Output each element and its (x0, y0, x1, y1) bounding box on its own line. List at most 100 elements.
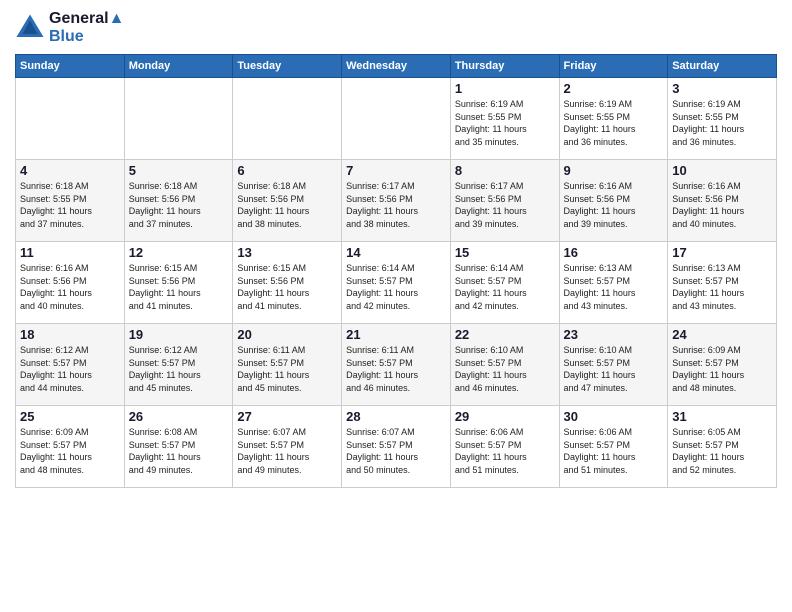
day-info: Sunrise: 6:14 AMSunset: 5:57 PMDaylight:… (346, 262, 446, 312)
day-number: 5 (129, 163, 229, 178)
calendar-table: SundayMondayTuesdayWednesdayThursdayFrid… (15, 54, 777, 488)
day-number: 15 (455, 245, 555, 260)
calendar-cell: 20 Sunrise: 6:11 AMSunset: 5:57 PMDayligh… (233, 324, 342, 406)
calendar-week-row: 25 Sunrise: 6:09 AMSunset: 5:57 PMDayligh… (16, 406, 777, 488)
day-number: 26 (129, 409, 229, 424)
calendar-cell: 19Sunrise: 6:12 AMSunset: 5:57 PMDayligh… (124, 324, 233, 406)
calendar-cell: 24 Sunrise: 6:09 AMSunset: 5:57 PMDayligh… (668, 324, 777, 406)
day-number: 7 (346, 163, 446, 178)
calendar-cell: 7 Sunrise: 6:17 AMSunset: 5:56 PMDaylight… (342, 160, 451, 242)
day-info: Sunrise: 6:19 AMSunset: 5:55 PMDaylight:… (455, 98, 555, 148)
day-info: Sunrise: 6:19 AMSunset: 5:55 PMDaylight:… (564, 98, 664, 148)
calendar-cell: 4 Sunrise: 6:18 AMSunset: 5:55 PMDaylight… (16, 160, 125, 242)
calendar-cell: 12Sunrise: 6:15 AMSunset: 5:56 PMDayligh… (124, 242, 233, 324)
day-header-friday: Friday (559, 55, 668, 78)
calendar-week-row: 1 Sunrise: 6:19 AMSunset: 5:55 PMDaylight… (16, 78, 777, 160)
logo-icon (15, 13, 45, 43)
day-info: Sunrise: 6:14 AMSunset: 5:57 PMDaylight:… (455, 262, 555, 312)
calendar-cell: 15 Sunrise: 6:14 AMSunset: 5:57 PMDayligh… (450, 242, 559, 324)
day-info: Sunrise: 6:19 AMSunset: 5:55 PMDaylight:… (672, 98, 772, 148)
day-number: 20 (237, 327, 337, 342)
day-number: 1 (455, 81, 555, 96)
day-info: Sunrise: 6:05 AMSunset: 5:57 PMDaylight:… (672, 426, 772, 476)
day-number: 10 (672, 163, 772, 178)
logo: General▲ Blue (15, 10, 124, 46)
day-number: 13 (237, 245, 337, 260)
day-number: 24 (672, 327, 772, 342)
calendar-cell: 1 Sunrise: 6:19 AMSunset: 5:55 PMDaylight… (450, 78, 559, 160)
calendar-cell: 8 Sunrise: 6:17 AMSunset: 5:56 PMDaylight… (450, 160, 559, 242)
day-info: Sunrise: 6:13 AMSunset: 5:57 PMDaylight:… (564, 262, 664, 312)
day-info: Sunrise: 6:17 AMSunset: 5:56 PMDaylight:… (346, 180, 446, 230)
day-number: 25 (20, 409, 120, 424)
day-number: 17 (672, 245, 772, 260)
day-info: Sunrise: 6:09 AMSunset: 5:57 PMDaylight:… (20, 426, 120, 476)
day-info: Sunrise: 6:16 AMSunset: 5:56 PMDaylight:… (20, 262, 120, 312)
day-number: 29 (455, 409, 555, 424)
day-number: 31 (672, 409, 772, 424)
calendar-cell: 14Sunrise: 6:14 AMSunset: 5:57 PMDayligh… (342, 242, 451, 324)
day-number: 30 (564, 409, 664, 424)
calendar-cell: 17 Sunrise: 6:13 AMSunset: 5:57 PMDayligh… (668, 242, 777, 324)
day-info: Sunrise: 6:08 AMSunset: 5:57 PMDaylight:… (129, 426, 229, 476)
day-header-sunday: Sunday (16, 55, 125, 78)
day-info: Sunrise: 6:10 AMSunset: 5:57 PMDaylight:… (455, 344, 555, 394)
day-header-thursday: Thursday (450, 55, 559, 78)
calendar-cell: 29 Sunrise: 6:06 AMSunset: 5:57 PMDayligh… (450, 406, 559, 488)
day-number: 6 (237, 163, 337, 178)
day-info: Sunrise: 6:06 AMSunset: 5:57 PMDaylight:… (455, 426, 555, 476)
calendar-cell: 18Sunrise: 6:12 AMSunset: 5:57 PMDayligh… (16, 324, 125, 406)
day-info: Sunrise: 6:16 AMSunset: 5:56 PMDaylight:… (672, 180, 772, 230)
day-info: Sunrise: 6:11 AMSunset: 5:57 PMDaylight:… (237, 344, 337, 394)
day-info: Sunrise: 6:12 AMSunset: 5:57 PMDaylight:… (129, 344, 229, 394)
day-number: 8 (455, 163, 555, 178)
day-number: 9 (564, 163, 664, 178)
calendar-cell: 23 Sunrise: 6:10 AMSunset: 5:57 PMDayligh… (559, 324, 668, 406)
day-info: Sunrise: 6:15 AMSunset: 5:56 PMDaylight:… (129, 262, 229, 312)
day-info: Sunrise: 6:07 AMSunset: 5:57 PMDaylight:… (237, 426, 337, 476)
day-number: 3 (672, 81, 772, 96)
day-info: Sunrise: 6:15 AMSunset: 5:56 PMDaylight:… (237, 262, 337, 312)
calendar-cell: 11 Sunrise: 6:16 AMSunset: 5:56 PMDayligh… (16, 242, 125, 324)
calendar-week-row: 11 Sunrise: 6:16 AMSunset: 5:56 PMDayligh… (16, 242, 777, 324)
day-info: Sunrise: 6:09 AMSunset: 5:57 PMDaylight:… (672, 344, 772, 394)
day-info: Sunrise: 6:13 AMSunset: 5:57 PMDaylight:… (672, 262, 772, 312)
calendar-cell: 31 Sunrise: 6:05 AMSunset: 5:57 PMDayligh… (668, 406, 777, 488)
day-header-tuesday: Tuesday (233, 55, 342, 78)
day-number: 21 (346, 327, 446, 342)
day-info: Sunrise: 6:16 AMSunset: 5:56 PMDaylight:… (564, 180, 664, 230)
day-info: Sunrise: 6:06 AMSunset: 5:57 PMDaylight:… (564, 426, 664, 476)
calendar-cell: 30 Sunrise: 6:06 AMSunset: 5:57 PMDayligh… (559, 406, 668, 488)
calendar-week-row: 18Sunrise: 6:12 AMSunset: 5:57 PMDayligh… (16, 324, 777, 406)
header: General▲ Blue (15, 10, 777, 46)
day-info: Sunrise: 6:18 AMSunset: 5:56 PMDaylight:… (129, 180, 229, 230)
calendar-cell: 13 Sunrise: 6:15 AMSunset: 5:56 PMDayligh… (233, 242, 342, 324)
calendar-cell: 6 Sunrise: 6:18 AMSunset: 5:56 PMDaylight… (233, 160, 342, 242)
calendar-week-row: 4 Sunrise: 6:18 AMSunset: 5:55 PMDaylight… (16, 160, 777, 242)
day-info: Sunrise: 6:17 AMSunset: 5:56 PMDaylight:… (455, 180, 555, 230)
day-header-saturday: Saturday (668, 55, 777, 78)
day-info: Sunrise: 6:07 AMSunset: 5:57 PMDaylight:… (346, 426, 446, 476)
calendar-cell (124, 78, 233, 160)
logo-text: General▲ Blue (49, 10, 124, 46)
calendar-cell (16, 78, 125, 160)
day-number: 2 (564, 81, 664, 96)
day-number: 22 (455, 327, 555, 342)
calendar-cell (342, 78, 451, 160)
day-info: Sunrise: 6:18 AMSunset: 5:55 PMDaylight:… (20, 180, 120, 230)
calendar-cell (233, 78, 342, 160)
day-info: Sunrise: 6:18 AMSunset: 5:56 PMDaylight:… (237, 180, 337, 230)
calendar-cell: 25 Sunrise: 6:09 AMSunset: 5:57 PMDayligh… (16, 406, 125, 488)
day-number: 23 (564, 327, 664, 342)
calendar-cell: 10 Sunrise: 6:16 AMSunset: 5:56 PMDayligh… (668, 160, 777, 242)
calendar-header-row: SundayMondayTuesdayWednesdayThursdayFrid… (16, 55, 777, 78)
calendar-cell: 22 Sunrise: 6:10 AMSunset: 5:57 PMDayligh… (450, 324, 559, 406)
day-info: Sunrise: 6:10 AMSunset: 5:57 PMDaylight:… (564, 344, 664, 394)
calendar-cell: 28Sunrise: 6:07 AMSunset: 5:57 PMDayligh… (342, 406, 451, 488)
day-info: Sunrise: 6:11 AMSunset: 5:57 PMDaylight:… (346, 344, 446, 394)
day-header-wednesday: Wednesday (342, 55, 451, 78)
day-number: 11 (20, 245, 120, 260)
page: General▲ Blue SundayMondayTuesdayWednesd… (0, 0, 792, 612)
day-info: Sunrise: 6:12 AMSunset: 5:57 PMDaylight:… (20, 344, 120, 394)
day-number: 4 (20, 163, 120, 178)
